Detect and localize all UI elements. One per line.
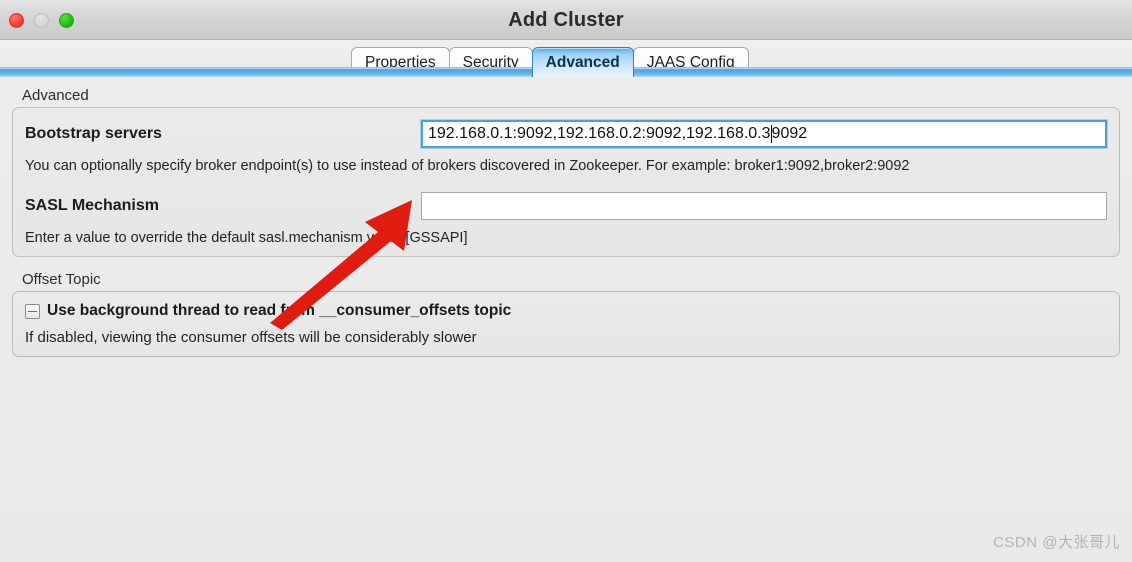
offset-topic-section: Offset Topic Use background thread to re… <box>12 271 1120 357</box>
advanced-section-box: Bootstrap servers 192.168.0.1:9092,192.1… <box>12 107 1120 257</box>
sasl-mechanism-help: Enter a value to override the default sa… <box>25 230 468 246</box>
offset-topic-section-box: Use background thread to read from __con… <box>12 291 1120 357</box>
tab-advanced[interactable]: Advanced <box>531 47 634 77</box>
tab-strip: Properties Security Advanced JAAS Config <box>0 40 1132 77</box>
background-thread-checkbox[interactable] <box>25 303 40 319</box>
sasl-mechanism-input[interactable] <box>421 192 1107 220</box>
bootstrap-servers-label: Bootstrap servers <box>25 125 162 142</box>
bootstrap-servers-help: You can optionally specify broker endpoi… <box>25 158 910 174</box>
advanced-section-title: Advanced <box>22 87 89 104</box>
bootstrap-servers-value-tail: 9092 <box>771 125 808 142</box>
watermark: CSDN @大张哥儿 <box>993 534 1120 551</box>
window-title: Add Cluster <box>508 9 624 31</box>
checkbox-indeterminate-icon <box>28 310 37 312</box>
offset-topic-note: If disabled, viewing the consumer offset… <box>25 329 477 346</box>
background-thread-checkbox-row[interactable]: Use background thread to read from __con… <box>25 302 1107 320</box>
tab-panel-advanced: Advanced Bootstrap servers 192.168.0.1:9… <box>0 77 1132 562</box>
sasl-mechanism-label: SASL Mechanism <box>25 197 159 214</box>
bootstrap-servers-input[interactable]: 192.168.0.1:9092,192.168.0.2:9092,192.16… <box>421 120 1107 148</box>
sasl-mechanism-row: SASL Mechanism <box>25 190 1107 222</box>
advanced-section: Advanced Bootstrap servers 192.168.0.1:9… <box>12 87 1120 257</box>
add-cluster-window: Add Cluster Properties Security Advanced… <box>0 0 1132 562</box>
tab-advanced-label: Advanced <box>545 53 620 71</box>
offset-topic-section-title: Offset Topic <box>22 271 101 288</box>
bootstrap-servers-row: Bootstrap servers 192.168.0.1:9092,192.1… <box>25 118 1107 150</box>
background-thread-checkbox-label: Use background thread to read from __con… <box>47 302 512 319</box>
bootstrap-servers-value-head: 192.168.0.1:9092,192.168.0.2:9092,192.16… <box>428 125 771 142</box>
title-bar: Add Cluster <box>0 0 1132 40</box>
